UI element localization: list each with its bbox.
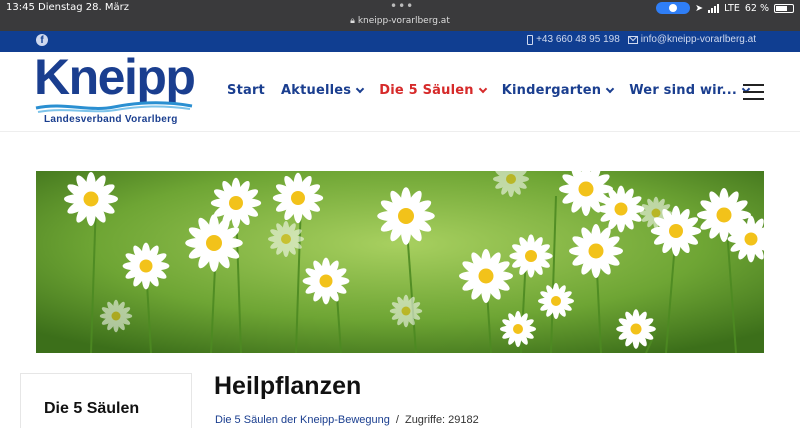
page-title: Heilpflanzen — [214, 372, 362, 400]
status-time: 13:45 — [6, 2, 35, 13]
article-meta: Die 5 Säulen der Kneipp-Bewegung / Zugriff… — [215, 414, 479, 426]
facebook-icon[interactable]: f — [36, 34, 48, 46]
logo-wave-icon — [35, 101, 193, 113]
nav-item-kindergarten[interactable]: Kindergarten — [501, 83, 615, 98]
browser-status-bar: 13:45 Dienstag 28. März ••• 🔒︎ kneipp-vo… — [0, 0, 800, 31]
nav-item-label: Wer sind wir... — [629, 83, 737, 98]
phone-link[interactable]: +43 660 48 95 198 — [527, 34, 620, 45]
carrier-label: LTE — [724, 2, 740, 14]
nav-item-label: Aktuelles — [280, 83, 352, 98]
envelope-icon — [627, 35, 638, 44]
main-navigation: Start Aktuelles Die 5 Säulen Kindergarte… — [227, 83, 751, 98]
nav-item-wer-sind-wir[interactable]: Wer sind wir... — [629, 83, 751, 98]
logo-subtitle: Landesverband Vorarlberg — [44, 114, 178, 125]
nav-item-label: Start — [227, 83, 265, 98]
hamburger-menu-icon[interactable] — [743, 84, 764, 100]
signal-icon — [708, 3, 720, 13]
category-link[interactable]: Die 5 Säulen der Kneipp-Bewegung — [215, 414, 390, 426]
email-address: info@kneipp-vorarlberg.at — [640, 34, 756, 45]
address-bar-url: kneipp-vorarlberg.at — [357, 16, 450, 26]
chevron-down-icon — [605, 84, 615, 94]
daisy-meadow-illustration — [36, 171, 764, 353]
nav-item-aktuelles[interactable]: Aktuelles — [280, 83, 365, 98]
kneipp-logo[interactable]: Kneipp Landesverband Vorarlberg — [34, 49, 196, 126]
site-header: Kneipp Landesverband Vorarlberg Start Ak… — [0, 49, 800, 132]
meta-separator: / — [395, 414, 399, 426]
chevron-down-icon — [478, 84, 487, 94]
logo-wordmark: Kneipp — [34, 49, 196, 105]
location-arrow-icon: ➤ — [695, 2, 704, 14]
nav-item-label: Die 5 Säulen — [379, 83, 474, 98]
sidebar-box: Die 5 Säulen — [20, 373, 192, 428]
nav-item-start[interactable]: Start — [227, 83, 265, 98]
chevron-down-icon — [356, 84, 365, 94]
reader-toggle-icon[interactable] — [656, 2, 691, 14]
battery-label: 62 % — [744, 2, 769, 14]
hits-count: Zugriffe: 29182 — [404, 414, 479, 426]
status-indicators: ➤ LTE 62 % — [656, 2, 794, 14]
status-date: Dienstag 28. März — [38, 2, 129, 13]
address-bar[interactable]: 🔒︎ kneipp-vorarlberg.at — [0, 16, 800, 26]
contact-links: +43 660 48 95 198 info@kneipp-vorarlberg… — [527, 34, 756, 45]
lock-icon: 🔒︎ — [350, 16, 355, 26]
more-dots-icon[interactable]: ••• — [390, 0, 414, 13]
phone-icon — [527, 34, 534, 45]
hero-banner-image — [36, 171, 764, 353]
nav-item-label: Kindergarten — [501, 83, 602, 98]
battery-icon — [774, 3, 794, 13]
email-link[interactable]: info@kneipp-vorarlberg.at — [627, 34, 756, 45]
sidebar-title: Die 5 Säulen — [44, 400, 140, 417]
nav-item-5-saeulen[interactable]: Die 5 Säulen — [379, 83, 487, 98]
phone-number: +43 660 48 95 198 — [536, 34, 620, 45]
